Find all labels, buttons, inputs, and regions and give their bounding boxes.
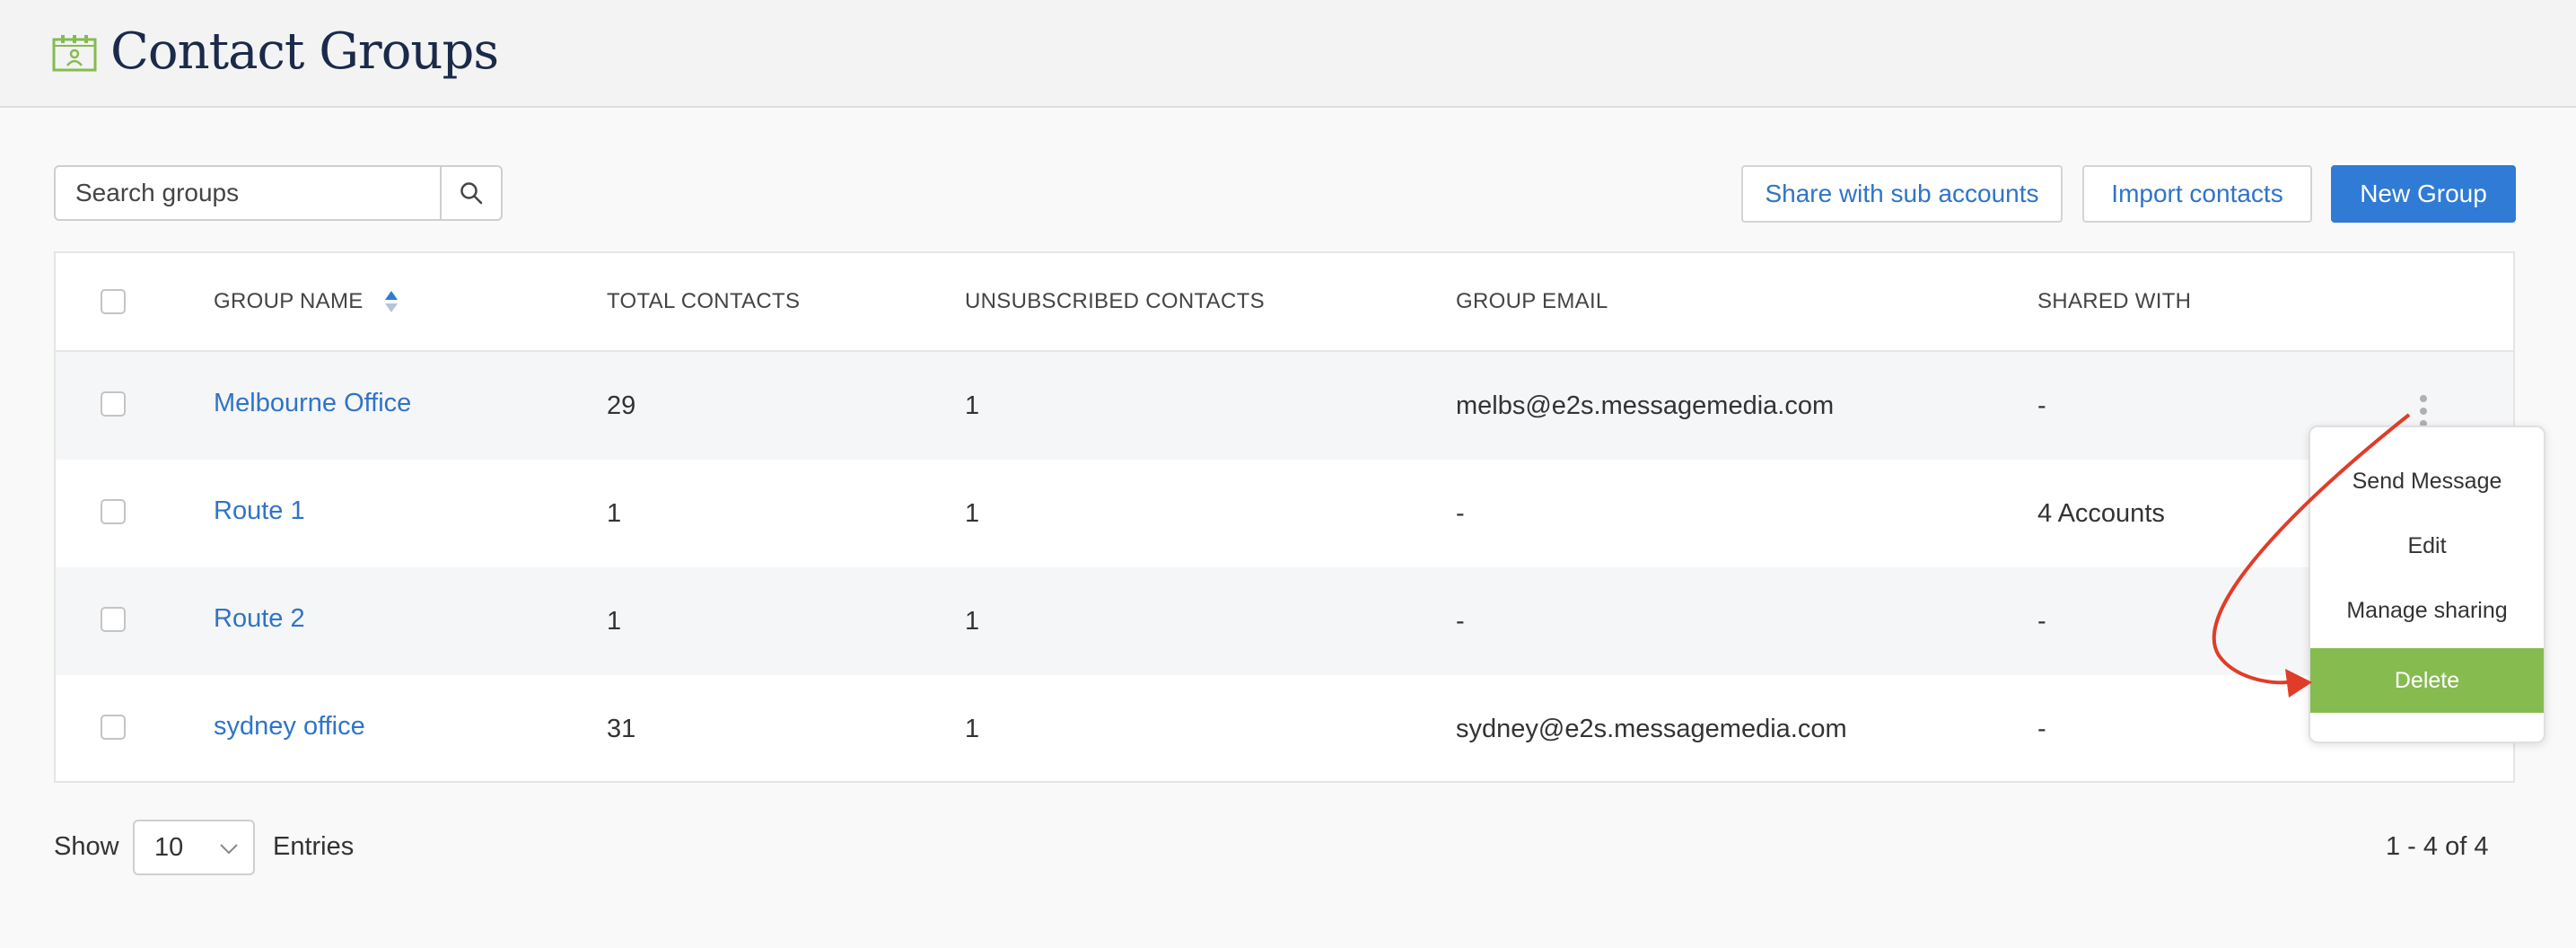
column-label: GROUP NAME (214, 289, 364, 313)
chevron-down-icon (220, 844, 238, 855)
column-header-group-name[interactable]: GROUP NAME (214, 253, 399, 350)
row-checkbox[interactable] (101, 499, 126, 524)
unsubscribed-cell: 1 (965, 391, 980, 420)
shared-with-cell: - (2037, 606, 2046, 636)
column-header-total-contacts: TOTAL CONTACTS (607, 289, 801, 313)
row-actions-menu: Send Message Edit Manage sharing Delete (2309, 426, 2545, 743)
shared-with-cell: - (2037, 714, 2046, 743)
show-label: Show (54, 832, 119, 861)
unsubscribed-cell: 1 (965, 498, 980, 528)
shared-with-cell: - (2037, 391, 2046, 420)
page-size-select[interactable]: 10 (133, 820, 255, 875)
page-size-value: 10 (154, 833, 184, 862)
row-checkbox[interactable] (101, 715, 126, 740)
select-all-checkbox[interactable] (101, 289, 126, 314)
group-name-link[interactable]: sydney office (214, 672, 365, 780)
new-group-button[interactable]: New Group (2331, 165, 2516, 223)
row-checkbox[interactable] (101, 607, 126, 632)
share-with-sub-accounts-button[interactable]: Share with sub accounts (1741, 165, 2063, 223)
row-checkbox[interactable] (101, 391, 126, 417)
table-row: Melbourne Office 29 1 melbs@e2s.messagem… (56, 352, 2513, 460)
group-name-link[interactable]: Melbourne Office (214, 349, 411, 457)
total-contacts-cell: 1 (607, 498, 622, 528)
total-contacts-cell: 31 (607, 714, 636, 743)
total-contacts-cell: 1 (607, 606, 622, 636)
import-contacts-button[interactable]: Import contacts (2082, 165, 2312, 223)
search-button[interactable] (440, 165, 503, 221)
page-header: Contact Groups (0, 0, 2576, 108)
column-header-shared-with: SHARED WITH (2037, 289, 2192, 313)
shared-with-cell: 4 Accounts (2037, 498, 2165, 528)
table-row: Route 2 1 1 - - (56, 567, 2513, 675)
contact-book-icon (52, 35, 97, 72)
column-header-unsubscribed-contacts: UNSUBSCRIBED CONTACTS (965, 289, 1265, 313)
group-email-cell: - (1456, 498, 1465, 528)
unsubscribed-cell: 1 (965, 606, 980, 636)
pagination-range: 1 - 4 of 4 (2386, 832, 2489, 861)
table-header: GROUP NAME TOTAL CONTACTS UNSUBSCRIBED C… (56, 253, 2513, 352)
menu-item-send-message[interactable]: Send Message (2310, 449, 2544, 514)
total-contacts-cell: 29 (607, 391, 636, 420)
menu-item-manage-sharing[interactable]: Manage sharing (2310, 578, 2544, 643)
group-name-link[interactable]: Route 2 (214, 565, 305, 672)
column-header-group-email: GROUP EMAIL (1456, 289, 1608, 313)
menu-item-delete[interactable]: Delete (2310, 648, 2544, 713)
group-name-link[interactable]: Route 1 (214, 457, 305, 565)
table-row: Route 1 1 1 - 4 Accounts (56, 460, 2513, 567)
more-vertical-icon[interactable] (2418, 395, 2429, 427)
search-input[interactable] (56, 167, 454, 219)
search-icon (460, 182, 483, 205)
group-email-cell: melbs@e2s.messagemedia.com (1456, 391, 1835, 420)
sort-icon[interactable] (383, 288, 399, 315)
search-field[interactable] (54, 165, 501, 221)
menu-item-edit[interactable]: Edit (2310, 514, 2544, 578)
group-email-cell: - (1456, 606, 1465, 636)
group-email-cell: sydney@e2s.messagemedia.com (1456, 714, 1847, 743)
groups-table: GROUP NAME TOTAL CONTACTS UNSUBSCRIBED C… (54, 251, 2515, 783)
page-title: Contact Groups (110, 22, 499, 81)
unsubscribed-cell: 1 (965, 714, 980, 743)
entries-label: Entries (273, 832, 355, 861)
table-row: sydney office 31 1 sydney@e2s.messagemed… (56, 675, 2513, 783)
